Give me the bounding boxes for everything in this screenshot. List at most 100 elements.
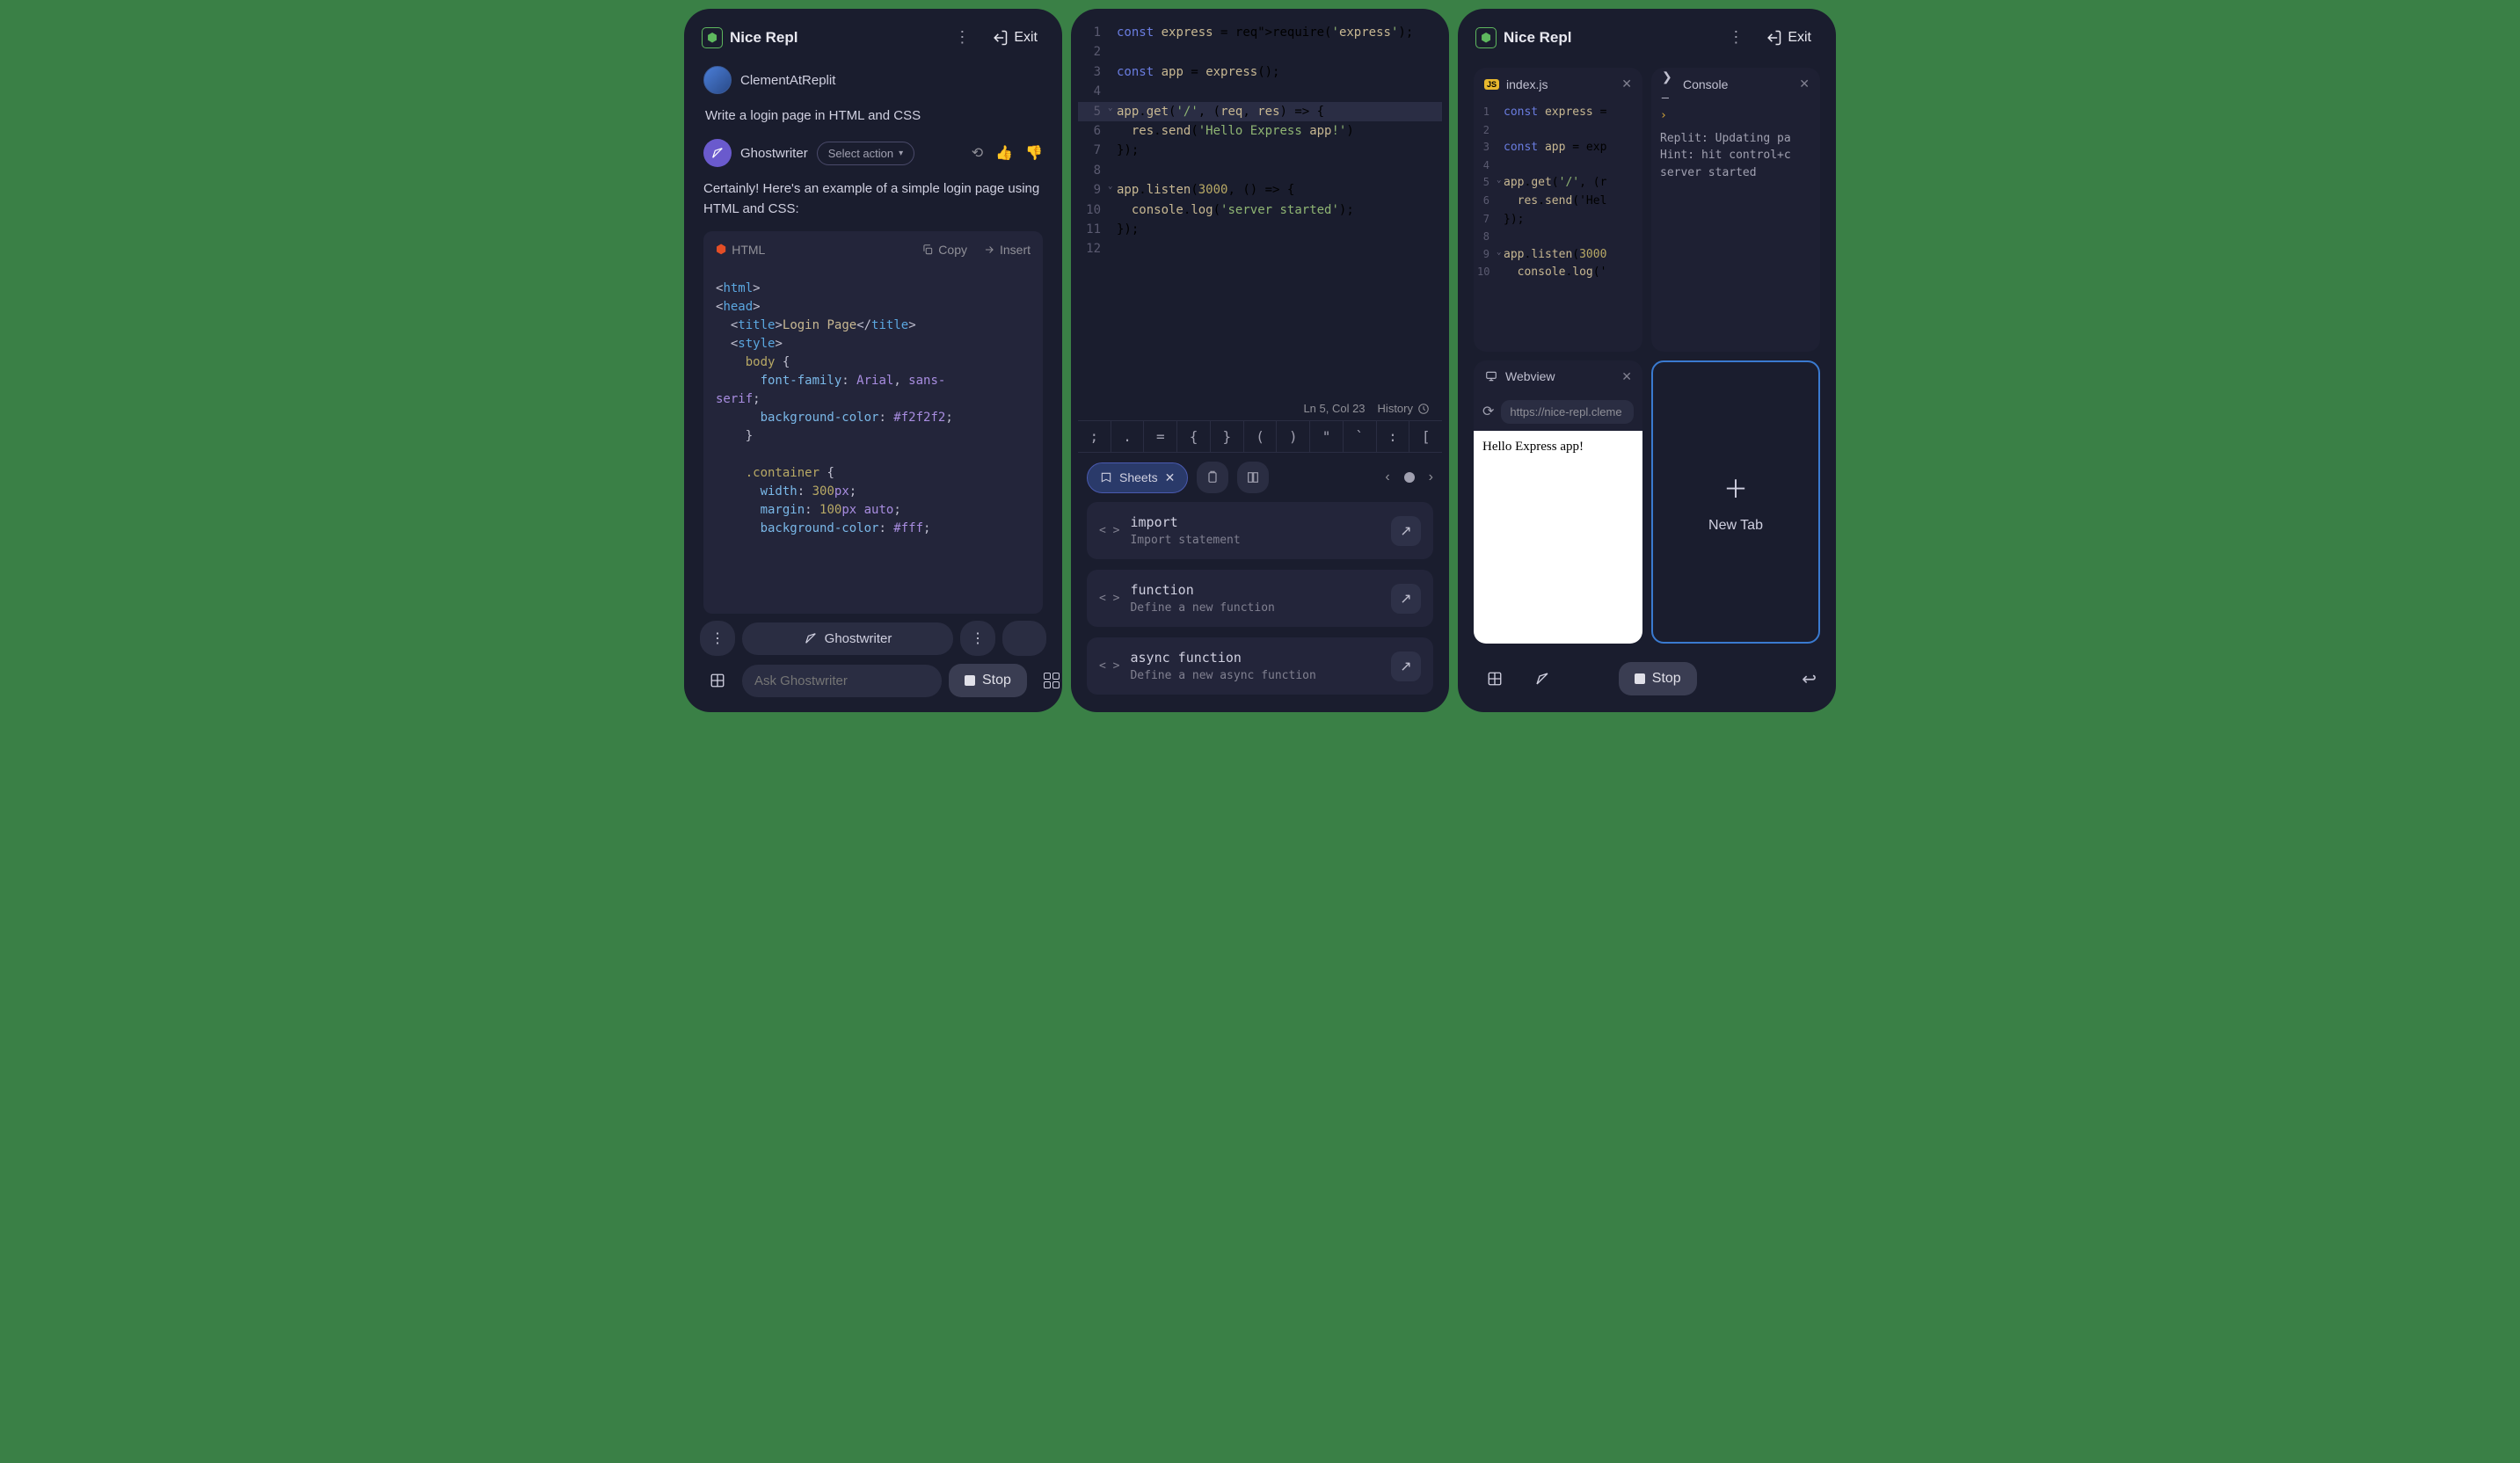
ghostwriter-message: Certainly! Here's an example of a simple…: [703, 179, 1043, 219]
close-pane-button[interactable]: ✕: [1621, 369, 1632, 384]
ghostwriter-button[interactable]: Ghostwriter: [742, 622, 953, 655]
clipboard-button[interactable]: [1197, 462, 1228, 493]
sheets-button[interactable]: Sheets ✕: [1087, 462, 1188, 493]
code-line[interactable]: 12: [1078, 239, 1442, 258]
panes-body: JS index.js ✕ 1const express =23const ap…: [1465, 59, 1829, 652]
code-line[interactable]: 11});: [1078, 220, 1442, 239]
terminal-icon: ❯_: [1662, 77, 1676, 91]
docs-button[interactable]: [1237, 462, 1269, 493]
code-line[interactable]: 5⌄app.get('/', (req, res) => {: [1078, 102, 1442, 121]
panels-icon[interactable]: [1477, 661, 1512, 696]
snippet-item[interactable]: < >functionDefine a new function↗: [1087, 570, 1433, 627]
code-line[interactable]: 1const express = req">require('express')…: [1078, 23, 1442, 42]
code-line[interactable]: 6 res.send('Hel: [1474, 193, 1642, 211]
extra-footer-button[interactable]: [1002, 621, 1046, 656]
thumbs-up-button[interactable]: 👍: [995, 144, 1013, 162]
symbol-key[interactable]: :: [1377, 421, 1410, 452]
ghostwriter-footer-button[interactable]: [1525, 661, 1560, 696]
console-title: Console: [1683, 77, 1728, 91]
code-line[interactable]: 1const express =: [1474, 104, 1642, 122]
console-pane[interactable]: ❯_ Console ✕ › Replit: Updating paHint: …: [1651, 68, 1820, 352]
ask-ghostwriter-input[interactable]: [742, 665, 942, 697]
close-pane-button[interactable]: ✕: [1621, 76, 1632, 91]
header: ⬢ Nice Repl ⋮ Exit: [1465, 16, 1829, 59]
code-line[interactable]: 10 console.log(': [1474, 264, 1642, 282]
user-row: ClementAtReplit: [703, 66, 1043, 94]
history-button[interactable]: History: [1378, 402, 1430, 415]
stop-button[interactable]: Stop: [949, 664, 1027, 697]
snippet-item[interactable]: < >async functionDefine a new async func…: [1087, 637, 1433, 695]
select-action-dropdown[interactable]: Select action ▾: [817, 142, 914, 165]
screen-ghostwriter: ⬢ Nice Repl ⋮ Exit ClementAtReplit Write…: [684, 9, 1062, 712]
console-body[interactable]: › Replit: Updating paHint: hit control+c…: [1651, 100, 1820, 352]
ghostwriter-label: Ghostwriter: [740, 146, 808, 161]
symbol-key[interactable]: {: [1177, 421, 1211, 452]
pane-editor[interactable]: 1const express =23const app = exp45⌄app.…: [1474, 100, 1642, 352]
code-line[interactable]: 3const app = express();: [1078, 62, 1442, 82]
webview-toolbar: ⟳ https://nice-repl.cleme: [1474, 393, 1642, 431]
code-line[interactable]: 4: [1474, 157, 1642, 174]
code-icon: < >: [1099, 524, 1119, 537]
code-line[interactable]: 7});: [1474, 211, 1642, 229]
code-line[interactable]: 2: [1078, 42, 1442, 62]
insert-snippet-button[interactable]: ↗: [1391, 516, 1421, 546]
snippet-title: async function: [1130, 650, 1380, 666]
insert-snippet-button[interactable]: ↗: [1391, 584, 1421, 614]
webview-pane[interactable]: Webview ✕ ⟳ https://nice-repl.cleme Hell…: [1474, 360, 1642, 644]
new-tab-button[interactable]: ＋ New Tab: [1651, 360, 1820, 644]
back-button[interactable]: ↩: [1802, 668, 1817, 690]
code-line[interactable]: 7});: [1078, 141, 1442, 160]
symbol-key[interactable]: }: [1211, 421, 1244, 452]
more-menu-button[interactable]: ⋮: [1721, 25, 1751, 50]
insert-snippet-button[interactable]: ↗: [1391, 651, 1421, 681]
code-line[interactable]: 8: [1474, 229, 1642, 245]
code-line[interactable]: 9⌄app.listen(3000, () => {: [1078, 180, 1442, 200]
screen-panes: ⬢ Nice Repl ⋮ Exit JS index.js ✕ 1const …: [1458, 9, 1836, 712]
symbol-key[interactable]: =: [1144, 421, 1177, 452]
close-icon[interactable]: ✕: [1165, 470, 1176, 485]
nav-prev-button[interactable]: ‹: [1385, 469, 1389, 485]
chevron-down-icon: ▾: [899, 149, 903, 158]
copy-button[interactable]: Copy: [921, 243, 967, 257]
exit-button[interactable]: Exit: [1758, 25, 1818, 50]
code-line[interactable]: 3const app = exp: [1474, 139, 1642, 157]
more-footer-button-left[interactable]: ⋮: [700, 621, 735, 656]
code-line[interactable]: 9⌄app.listen(3000: [1474, 246, 1642, 265]
more-footer-button-right[interactable]: ⋮: [960, 621, 995, 656]
symbol-key[interactable]: .: [1111, 421, 1145, 452]
symbol-key[interactable]: [: [1409, 421, 1442, 452]
code-line[interactable]: 2: [1474, 122, 1642, 139]
symbol-key[interactable]: `: [1344, 421, 1377, 452]
close-pane-button[interactable]: ✕: [1799, 76, 1810, 91]
book-icon: [1100, 471, 1112, 484]
regenerate-button[interactable]: ⟲: [972, 144, 983, 162]
ghostwriter-row: Ghostwriter Select action ▾ ⟲ 👍 👎: [703, 139, 1043, 167]
grid-button[interactable]: [1034, 663, 1062, 698]
symbol-key[interactable]: (: [1244, 421, 1278, 452]
code-line[interactable]: 6 res.send('Hello Express app!'): [1078, 121, 1442, 141]
symbol-key[interactable]: ": [1310, 421, 1344, 452]
code-line[interactable]: 10 console.log('server started');: [1078, 200, 1442, 220]
code-line[interactable]: 8: [1078, 161, 1442, 180]
reload-button[interactable]: ⟳: [1482, 403, 1494, 420]
insert-button[interactable]: Insert: [983, 243, 1031, 257]
url-bar[interactable]: https://nice-repl.cleme: [1501, 400, 1634, 424]
more-menu-button[interactable]: ⋮: [947, 25, 977, 50]
code-body: <html> <head> <title>Login Page</title> …: [703, 267, 1043, 550]
panels-icon[interactable]: [700, 663, 735, 698]
node-icon: ⬢: [1475, 27, 1497, 48]
exit-button[interactable]: Exit: [984, 25, 1045, 50]
stop-button[interactable]: Stop: [1619, 662, 1697, 695]
symbol-key[interactable]: ;: [1078, 421, 1111, 452]
nav-next-button[interactable]: ›: [1429, 469, 1433, 485]
snippet-item[interactable]: < >importImport statement↗: [1087, 502, 1433, 559]
code-line[interactable]: 5⌄app.get('/', (r: [1474, 174, 1642, 193]
monitor-icon: [1484, 369, 1498, 383]
snippet-title: function: [1130, 582, 1380, 598]
file-pane[interactable]: JS index.js ✕ 1const express =23const ap…: [1474, 68, 1642, 352]
code-editor[interactable]: 1const express = req">require('express')…: [1078, 16, 1442, 397]
symbol-key[interactable]: ): [1277, 421, 1310, 452]
code-line[interactable]: 4: [1078, 82, 1442, 101]
html5-icon: ⬢: [716, 242, 726, 257]
thumbs-down-button[interactable]: 👎: [1025, 144, 1043, 162]
